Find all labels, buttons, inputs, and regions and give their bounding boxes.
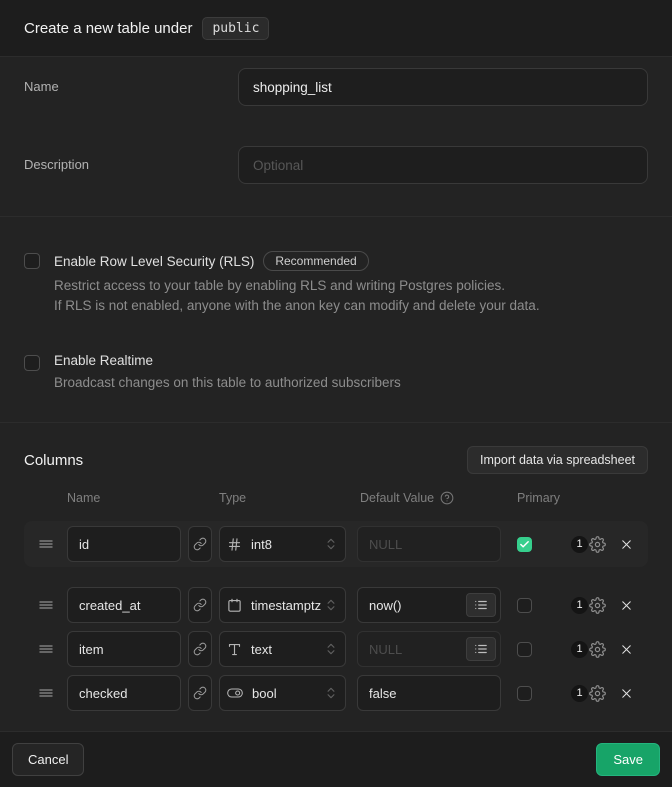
drag-handle-icon[interactable] — [38, 597, 62, 613]
toggle-icon — [227, 685, 243, 701]
columns-section: Columns Import data via spreadsheet Name… — [0, 423, 672, 731]
remove-column-icon[interactable] — [619, 537, 634, 552]
name-label: Name — [24, 68, 238, 94]
column-type-select[interactable]: timestamptz — [219, 587, 346, 623]
foreign-key-link-icon[interactable] — [188, 631, 212, 667]
dialog-header: Create a new table under public — [0, 0, 672, 57]
foreign-key-link-icon[interactable] — [188, 675, 212, 711]
foreign-key-link-icon[interactable] — [188, 587, 212, 623]
default-suggestions-icon[interactable] — [466, 637, 496, 661]
column-type-label: int8 — [251, 537, 324, 552]
column-settings-group: 1 — [571, 641, 606, 658]
default-value-wrap — [357, 675, 501, 711]
header-name: Name — [67, 491, 100, 505]
chevrons-up-down-icon — [324, 598, 338, 612]
calendar-icon — [227, 598, 242, 613]
name-row: Name — [24, 68, 648, 106]
primary-checkbox[interactable] — [517, 686, 532, 701]
chevrons-up-down-icon — [324, 537, 338, 551]
column-type-label: bool — [252, 686, 324, 701]
cancel-button[interactable]: Cancel — [12, 743, 84, 776]
settings-count-badge: 1 — [571, 536, 588, 553]
drag-handle-icon[interactable] — [38, 536, 62, 552]
remove-column-icon[interactable] — [619, 642, 634, 657]
remove-column-icon[interactable] — [619, 686, 634, 701]
column-name-input[interactable] — [67, 587, 181, 623]
rls-description-line2: If RLS is not enabled, anyone with the a… — [54, 296, 540, 316]
default-value-input[interactable] — [357, 526, 501, 562]
primary-checkbox[interactable] — [517, 598, 532, 613]
drag-handle-icon[interactable] — [38, 641, 62, 657]
gear-icon[interactable] — [589, 597, 606, 614]
default-value-wrap — [357, 526, 501, 562]
import-spreadsheet-button[interactable]: Import data via spreadsheet — [467, 446, 648, 474]
column-row: int8 1 — [24, 521, 648, 567]
column-row: timestamptz 1 — [24, 583, 648, 627]
basic-info-section: Name Description — [0, 57, 672, 217]
column-type-select[interactable]: bool — [219, 675, 346, 711]
help-icon[interactable] — [440, 491, 454, 505]
column-name-input[interactable] — [67, 526, 181, 562]
gear-icon[interactable] — [589, 685, 606, 702]
toggles-section: Enable Row Level Security (RLS) Recommen… — [0, 217, 672, 423]
column-row: text 1 — [24, 627, 648, 671]
realtime-checkbox[interactable] — [24, 355, 40, 371]
remove-column-icon[interactable] — [619, 598, 634, 613]
table-description-input[interactable] — [238, 146, 648, 184]
primary-checkbox[interactable] — [517, 642, 532, 657]
foreign-key-link-icon[interactable] — [188, 526, 212, 562]
settings-count-badge: 1 — [571, 641, 588, 658]
column-rows: int8 1 timestamptz 1 text 1 bool 1 — [24, 521, 648, 715]
default-value-wrap — [357, 587, 501, 623]
schema-badge: public — [202, 17, 269, 40]
settings-count-badge: 1 — [571, 597, 588, 614]
realtime-row: Enable Realtime Broadcast changes on thi… — [24, 353, 648, 393]
column-type-label: text — [251, 642, 324, 657]
gear-icon[interactable] — [589, 536, 606, 553]
column-type-select[interactable]: int8 — [219, 526, 346, 562]
column-settings-group: 1 — [571, 597, 606, 614]
text-icon — [227, 642, 242, 657]
header-type: Type — [219, 491, 246, 505]
hash-icon — [227, 537, 242, 552]
dialog-title: Create a new table under — [24, 20, 192, 37]
description-row: Description — [24, 146, 648, 184]
header-primary: Primary — [517, 491, 560, 505]
columns-header-row: Name Type Default Value Primary — [24, 491, 648, 505]
chevrons-up-down-icon — [324, 686, 338, 700]
save-button[interactable]: Save — [596, 743, 660, 776]
header-default-value: Default Value — [360, 491, 434, 505]
default-value-wrap — [357, 631, 501, 667]
chevrons-up-down-icon — [324, 642, 338, 656]
create-table-dialog: Create a new table under public Name Des… — [0, 0, 672, 787]
rls-row: Enable Row Level Security (RLS) Recommen… — [24, 251, 648, 316]
table-name-input[interactable] — [238, 68, 648, 106]
columns-title: Columns — [24, 452, 83, 469]
column-settings-group: 1 — [571, 536, 606, 553]
column-row: bool 1 — [24, 671, 648, 715]
rls-label: Enable Row Level Security (RLS) — [54, 254, 254, 269]
default-value-input[interactable] — [357, 675, 501, 711]
dialog-footer: Cancel Save — [0, 731, 672, 787]
default-suggestions-icon[interactable] — [466, 593, 496, 617]
column-settings-group: 1 — [571, 685, 606, 702]
column-type-select[interactable]: text — [219, 631, 346, 667]
recommended-badge: Recommended — [263, 251, 368, 271]
rls-description-line1: Restrict access to your table by enablin… — [54, 276, 540, 296]
gear-icon[interactable] — [589, 641, 606, 658]
settings-count-badge: 1 — [571, 685, 588, 702]
description-label: Description — [24, 146, 238, 172]
realtime-label: Enable Realtime — [54, 353, 153, 368]
realtime-description: Broadcast changes on this table to autho… — [54, 373, 401, 393]
primary-checkbox[interactable] — [517, 537, 532, 552]
column-name-input[interactable] — [67, 631, 181, 667]
rls-checkbox[interactable] — [24, 253, 40, 269]
column-type-label: timestamptz — [251, 598, 324, 613]
column-name-input[interactable] — [67, 675, 181, 711]
drag-handle-icon[interactable] — [38, 685, 62, 701]
